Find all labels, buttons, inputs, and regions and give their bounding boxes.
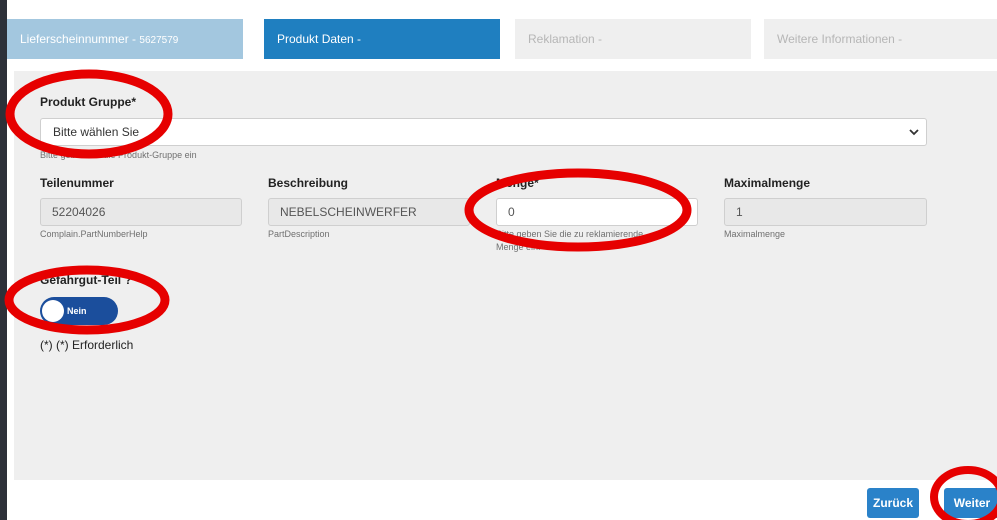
produkt-gruppe-select[interactable]: Bitte wählen Sie xyxy=(40,118,927,146)
beschreibung-label: Beschreibung xyxy=(268,176,349,190)
menge-help: Bitte geben Sie die zu reklamierende xyxy=(496,229,644,239)
step-label: Weitere Informationen - xyxy=(777,32,903,46)
toggle-knob xyxy=(42,300,64,322)
step-label: Produkt Daten - xyxy=(277,32,362,46)
teilenummer-label: Teilenummer xyxy=(40,176,114,190)
teilenummer-field[interactable]: 52204026 xyxy=(40,198,242,226)
step-weitere-informationen[interactable]: Weitere Informationen - xyxy=(764,19,997,59)
toggle-label: Nein xyxy=(67,306,87,316)
maximalmenge-label: Maximalmenge xyxy=(724,176,811,190)
step-label: Reklamation - xyxy=(528,32,603,46)
produkt-gruppe-help: Bitte geben Sie die Produkt-Gruppe ein xyxy=(40,150,197,160)
next-button[interactable]: Weiter xyxy=(944,488,997,518)
maximalmenge-field[interactable]: 1 xyxy=(724,198,927,226)
step-lieferscheinnummer[interactable]: Lieferscheinnummer - 5627579 xyxy=(7,19,243,59)
teilenummer-help: Complain.PartNumberHelp xyxy=(40,229,148,239)
step-number: 5627579 xyxy=(139,35,179,46)
back-button[interactable]: Zurück xyxy=(867,488,919,518)
required-note: (*) (*) Erforderlich xyxy=(40,338,134,352)
gefahrgut-toggle[interactable]: Nein xyxy=(40,297,118,325)
beschreibung-help: PartDescription xyxy=(268,229,330,239)
produkt-gruppe-value: Bitte wählen Sie xyxy=(53,125,140,139)
maximalmenge-help: Maximalmenge xyxy=(724,229,786,239)
produkt-gruppe-label: Produkt Gruppe* xyxy=(40,95,137,109)
wizard-steps: Lieferscheinnummer - 5627579 Produkt Dat… xyxy=(7,19,997,59)
app-frame: Lieferscheinnummer - 5627579 Produkt Dat… xyxy=(7,0,997,520)
menge-label: Menge* xyxy=(496,176,539,190)
chevron-down-icon xyxy=(909,129,919,136)
menge-help-2: Menge ein. xyxy=(496,242,541,252)
gefahrgut-label: Gefahrgut-Teil ? xyxy=(40,273,132,287)
menge-field[interactable]: 0 xyxy=(496,198,698,226)
step-reklamation[interactable]: Reklamation - xyxy=(515,19,751,59)
form-panel: Produkt Gruppe* Bitte wählen Sie Bitte g… xyxy=(14,71,997,480)
step-produkt-daten[interactable]: Produkt Daten - xyxy=(264,19,500,59)
step-label: Lieferscheinnummer - xyxy=(20,32,140,46)
beschreibung-field[interactable]: NEBELSCHEINWERFER xyxy=(268,198,470,226)
